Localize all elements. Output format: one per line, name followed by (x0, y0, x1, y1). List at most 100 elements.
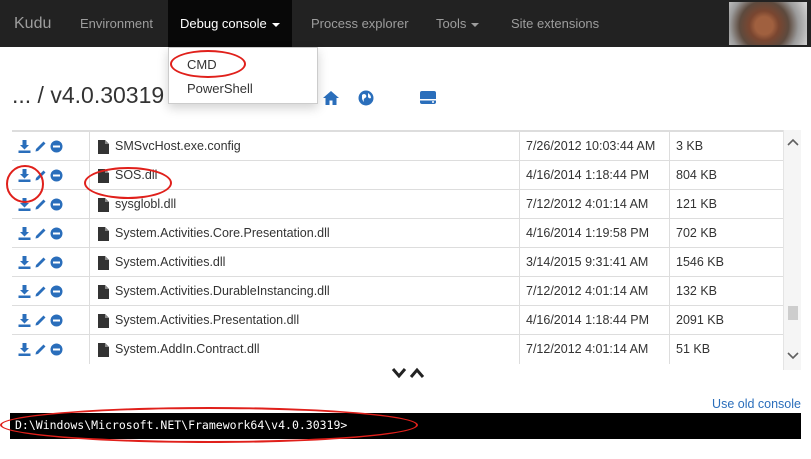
download-icon[interactable] (18, 140, 31, 154)
row-actions (12, 277, 90, 306)
file-name-cell[interactable]: System.Activities.DurableInstancing.dll (90, 277, 520, 306)
file-modified-cell: 4/16/2014 1:18:44 PM (520, 161, 670, 190)
file-size-cell: 3 KB (676, 139, 704, 153)
nav-environment[interactable]: Environment (80, 0, 153, 47)
file-icon (98, 255, 109, 270)
table-row: SOS.dll 4/16/2014 1:18:44 PM 804 KB (12, 160, 783, 190)
user-avatar[interactable] (729, 2, 807, 45)
file-icon (98, 284, 109, 299)
file-name: sysglobl.dll (115, 197, 177, 211)
home-icon[interactable] (322, 90, 340, 106)
download-icon[interactable] (18, 285, 31, 299)
top-navbar: Kudu Environment Debug console Process e… (0, 0, 811, 47)
console-output[interactable]: D:\Windows\Microsoft.NET\Framework64\v4.… (10, 413, 801, 439)
file-name-cell[interactable]: System.Activities.Core.Presentation.dll (90, 219, 520, 248)
pencil-icon[interactable] (34, 314, 47, 327)
minus-circle-icon[interactable] (50, 198, 63, 211)
download-icon[interactable] (18, 227, 31, 241)
file-modified-cell: 4/16/2014 1:19:58 PM (520, 219, 670, 248)
nav-tools-label: Tools (436, 16, 467, 31)
breadcrumb: ... / v4.0.30319 (12, 82, 165, 108)
file-name: System.Activities.Core.Presentation.dll (115, 226, 330, 240)
file-name-cell[interactable]: System.AddIn.Contract.dll (90, 335, 520, 364)
file-icon (98, 313, 109, 328)
file-name: SMSvcHost.exe.config (115, 139, 241, 153)
toggle-console-arrows-icon[interactable] (391, 366, 427, 380)
file-name: System.Activities.Presentation.dll (115, 313, 300, 327)
file-list-table: SMSvcHost.exe.config 7/26/2012 10:03:44 A… (12, 130, 783, 370)
row-actions (12, 248, 90, 277)
file-name-cell[interactable]: System.Activities.dll (90, 248, 520, 277)
nav-process-explorer[interactable]: Process explorer (311, 0, 409, 47)
row-actions (12, 132, 90, 161)
file-name-cell[interactable]: SMSvcHost.exe.config (90, 132, 520, 161)
brand-logo[interactable]: Kudu (14, 0, 51, 47)
file-size-cell: 51 KB (676, 342, 711, 356)
pencil-icon[interactable] (34, 198, 47, 211)
dropdown-item-cmd[interactable]: CMD (187, 57, 217, 72)
dropdown-item-powershell[interactable]: PowerShell (187, 81, 253, 96)
scroll-down-icon[interactable] (787, 352, 799, 360)
table-row: System.Activities.DurableInstancing.dll 7… (12, 276, 783, 306)
file-name-cell[interactable]: System.Activities.Presentation.dll (90, 306, 520, 335)
file-icon (98, 342, 109, 357)
pencil-icon[interactable] (34, 140, 47, 153)
debug-console-dropdown: CMD PowerShell (168, 47, 318, 104)
minus-circle-icon[interactable] (50, 343, 63, 356)
nav-debug-console-label: Debug console (180, 16, 267, 31)
table-row: System.AddIn.Contract.dll 7/12/2012 4:01:… (12, 334, 783, 364)
table-row: System.Activities.Presentation.dll 4/16/2… (12, 305, 783, 335)
scroll-up-icon[interactable] (787, 138, 799, 146)
file-modified-cell: 4/16/2014 1:18:44 PM (520, 306, 670, 335)
pencil-icon[interactable] (34, 227, 47, 240)
pencil-icon[interactable] (34, 169, 47, 182)
file-icon (98, 226, 109, 241)
file-name: SOS.dll (115, 168, 158, 182)
file-size-cell: 804 KB (676, 168, 718, 182)
file-name-cell[interactable]: SOS.dll (90, 161, 520, 190)
file-size-cell: 1546 KB (676, 255, 724, 269)
download-icon[interactable] (18, 169, 31, 183)
console-prompt: D:\Windows\Microsoft.NET\Framework64\v4.… (15, 418, 348, 432)
file-size-cell: 2091 KB (676, 313, 724, 327)
globe-icon[interactable] (358, 90, 374, 106)
minus-circle-icon[interactable] (50, 285, 63, 298)
row-actions (12, 190, 90, 219)
pencil-icon[interactable] (34, 285, 47, 298)
file-modified-cell: 3/14/2015 9:31:41 AM (520, 248, 670, 277)
minus-circle-icon[interactable] (50, 227, 63, 240)
file-modified-cell: 7/26/2012 10:03:44 AM (520, 132, 670, 161)
minus-circle-icon[interactable] (50, 140, 63, 153)
table-row: sysglobl.dll 7/12/2012 4:01:14 AM 121 KB (12, 189, 783, 219)
hard-drive-icon[interactable] (419, 90, 437, 105)
table-row: System.Activities.dll 3/14/2015 9:31:41 A… (12, 247, 783, 277)
download-icon[interactable] (18, 314, 31, 328)
nav-tools[interactable]: Tools (436, 0, 480, 47)
pencil-icon[interactable] (34, 343, 47, 356)
file-name: System.Activities.dll (115, 255, 226, 269)
caret-down-icon (471, 22, 480, 27)
download-icon[interactable] (18, 198, 31, 212)
file-name-cell[interactable]: sysglobl.dll (90, 190, 520, 219)
row-actions (12, 335, 90, 364)
minus-circle-icon[interactable] (50, 314, 63, 327)
file-icon (98, 168, 109, 183)
table-scrollbar[interactable] (783, 130, 801, 370)
table-row: SMSvcHost.exe.config 7/26/2012 10:03:44 A… (12, 131, 783, 161)
nav-debug-console[interactable]: Debug console (168, 0, 292, 47)
table-row: System.Activities.Core.Presentation.dll 4… (12, 218, 783, 248)
pencil-icon[interactable] (34, 256, 47, 269)
download-icon[interactable] (18, 256, 31, 270)
file-modified-cell: 7/12/2012 4:01:14 AM (520, 335, 670, 364)
nav-site-extensions[interactable]: Site extensions (511, 0, 599, 47)
file-size-cell: 121 KB (676, 197, 718, 211)
file-size-cell: 702 KB (676, 226, 718, 240)
file-icon (98, 139, 109, 154)
download-icon[interactable] (18, 343, 31, 357)
scrollbar-thumb[interactable] (788, 306, 798, 320)
file-name: System.AddIn.Contract.dll (115, 342, 260, 356)
minus-circle-icon[interactable] (50, 169, 63, 182)
minus-circle-icon[interactable] (50, 256, 63, 269)
file-icon (98, 197, 109, 212)
use-old-console-link[interactable]: Use old console (712, 397, 801, 411)
